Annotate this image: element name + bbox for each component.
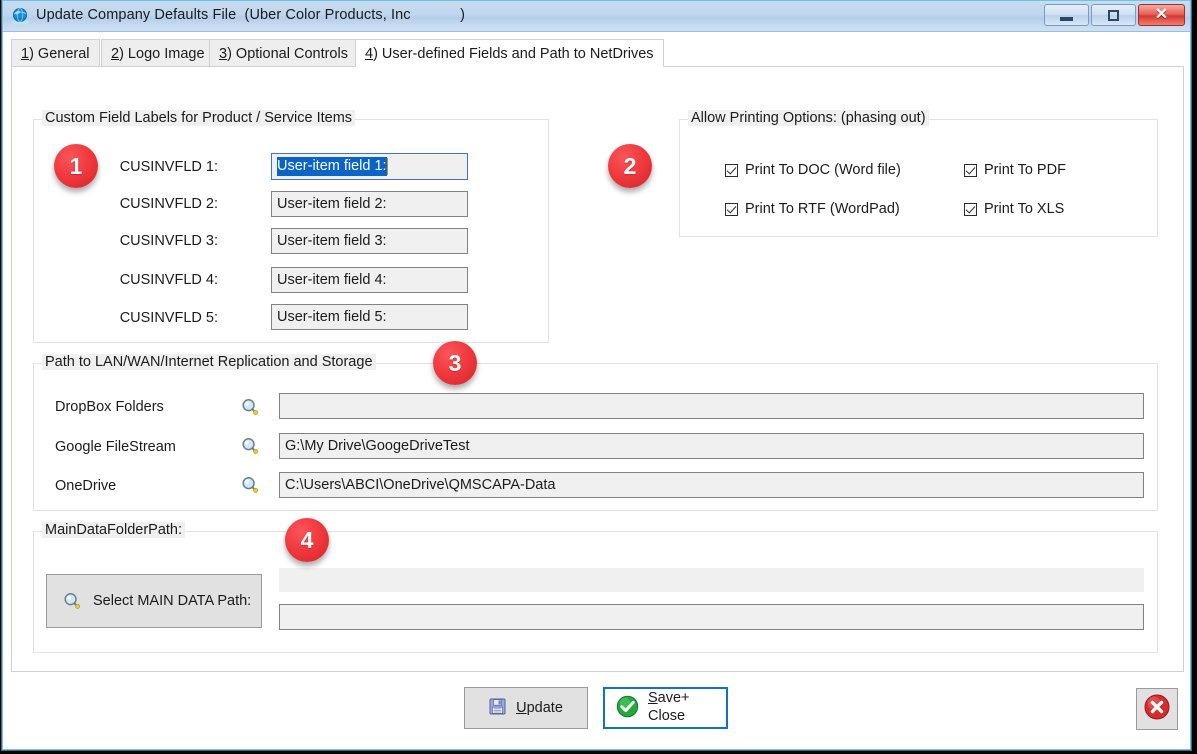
- checkbox-print-to-doc-label: Print To DOC (Word file): [745, 162, 901, 178]
- callout-badge-2: 2: [608, 144, 652, 188]
- tab-logo-image-accel: 2: [111, 46, 119, 62]
- cusinvfld-5-input[interactable]: User-item field 5:: [271, 304, 468, 330]
- checkbox-icon: [725, 203, 738, 216]
- callout-badge-3-number: 3: [449, 350, 462, 377]
- cusinvfld-1-label: CUSINVFLD 1:: [83, 159, 218, 175]
- custom-field-labels-group-title: Custom Field Labels for Product / Servic…: [42, 110, 355, 126]
- red-close-circle-icon: [1143, 693, 1171, 726]
- cusinvfld-2-value: User-item field 2:: [277, 196, 387, 212]
- dropbox-folders-input[interactable]: [279, 393, 1144, 419]
- cusinvfld-4-label: CUSINVFLD 4:: [83, 272, 218, 288]
- google-filestream-label: Google FileStream: [55, 439, 176, 455]
- save-disk-icon: [489, 698, 506, 719]
- tab-user-defined-fields-accel: 4: [365, 46, 373, 62]
- close-icon: ✕: [1155, 7, 1168, 23]
- checkbox-icon: [725, 164, 738, 177]
- green-check-icon: [616, 695, 639, 722]
- minimize-button[interactable]: [1044, 4, 1089, 26]
- checkbox-print-to-doc[interactable]: Print To DOC (Word file): [725, 162, 901, 178]
- save-and-close-accel: S: [648, 690, 658, 706]
- text-caret: [387, 158, 388, 175]
- cusinvfld-5-value: User-item field 5:: [277, 309, 387, 325]
- printing-options-group: Allow Printing Options: (phasing out): [679, 119, 1158, 237]
- globe-icon: [11, 7, 30, 26]
- close-window-button[interactable]: ✕: [1138, 4, 1185, 26]
- replication-paths-group-title: Path to LAN/WAN/Internet Replication and…: [42, 354, 376, 370]
- tab-user-defined-fields-label: ) User-defined Fields and Path to NetDri…: [373, 46, 653, 62]
- cusinvfld-1-input[interactable]: User-item field 1:: [271, 153, 468, 180]
- cusinvfld-3-label: CUSINVFLD 3:: [83, 233, 218, 249]
- cusinvfld-3-input[interactable]: User-item field 3:: [271, 228, 468, 254]
- tab-user-defined-fields[interactable]: 4) User-defined Fields and Path to NetDr…: [355, 39, 664, 67]
- callout-badge-4: 4: [285, 518, 329, 562]
- tab-logo-image-label: ) Logo Image: [119, 46, 204, 62]
- update-button-label-rest: pdate: [527, 700, 563, 716]
- update-button-accel: U: [516, 700, 526, 716]
- application-window: Update Company Defaults File (Uber Color…: [2, 0, 1191, 750]
- checkbox-print-to-rtf-label: Print To RTF (WordPad): [745, 201, 900, 217]
- magnifier-icon[interactable]: [241, 398, 259, 416]
- close-form-button[interactable]: [1136, 688, 1178, 730]
- update-button[interactable]: Update: [464, 687, 588, 729]
- caption-button-group: ✕: [1044, 4, 1185, 26]
- window-title: Update Company Defaults File (Uber Color…: [36, 7, 465, 23]
- save-and-close-line1: Save+: [648, 690, 690, 706]
- checkbox-print-to-xls-label: Print To XLS: [984, 201, 1064, 217]
- select-main-data-path-label: Select MAIN DATA Path:: [93, 593, 251, 609]
- google-filestream-value: G:\My Drive\GoogeDriveTest: [285, 438, 470, 454]
- callout-badge-2-number: 2: [624, 153, 637, 180]
- magnifier-icon: [63, 592, 81, 610]
- main-data-folder-group-title: MainDataFolderPath:: [42, 522, 185, 538]
- cusinvfld-3-value: User-item field 3:: [277, 233, 387, 249]
- cusinvfld-5-label: CUSINVFLD 5:: [83, 310, 218, 326]
- cusinvfld-2-input[interactable]: User-item field 2:: [271, 191, 468, 217]
- checkbox-icon: [964, 164, 977, 177]
- magnifier-icon[interactable]: [241, 437, 259, 455]
- save-and-close-label: Save+ Close: [648, 690, 690, 725]
- callout-badge-4-number: 4: [301, 527, 314, 554]
- printing-options-group-title: Allow Printing Options: (phasing out): [688, 110, 929, 126]
- tab-optional-controls[interactable]: 3) Optional Controls: [209, 39, 358, 67]
- magnifier-icon[interactable]: [241, 476, 259, 494]
- callout-badge-1: 1: [54, 144, 98, 188]
- save-and-close-line1-rest: ave+: [658, 690, 690, 706]
- maximize-icon: [1108, 10, 1119, 21]
- save-and-close-line2: Close: [648, 708, 685, 724]
- tab-optional-controls-label: ) Optional Controls: [227, 46, 348, 62]
- checkbox-print-to-rtf[interactable]: Print To RTF (WordPad): [725, 201, 900, 217]
- select-main-data-path-button[interactable]: Select MAIN DATA Path:: [46, 574, 262, 628]
- cusinvfld-1-value: User-item field 1:: [277, 157, 387, 176]
- callout-badge-1-number: 1: [70, 153, 83, 180]
- maximize-button[interactable]: [1091, 4, 1136, 26]
- title-bar: Update Company Defaults File (Uber Color…: [3, 1, 1190, 32]
- cusinvfld-4-value: User-item field 4:: [277, 272, 387, 288]
- tab-general-label: ) General: [29, 46, 89, 62]
- tab-strip: 1) General 2) Logo Image 3) Optional Con…: [11, 39, 1184, 67]
- onedrive-label: OneDrive: [55, 478, 116, 494]
- onedrive-input[interactable]: C:\Users\ABCI\OneDrive\QMSCAPA-Data: [279, 472, 1144, 498]
- onedrive-value: C:\Users\ABCI\OneDrive\QMSCAPA-Data: [285, 477, 555, 493]
- google-filestream-input[interactable]: G:\My Drive\GoogeDriveTest: [279, 433, 1144, 459]
- tab-logo-image[interactable]: 2) Logo Image: [101, 39, 215, 67]
- checkbox-print-to-xls[interactable]: Print To XLS: [964, 201, 1064, 217]
- tab-optional-controls-accel: 3: [219, 46, 227, 62]
- checkbox-print-to-pdf-label: Print To PDF: [984, 162, 1066, 178]
- update-button-label: Update: [516, 700, 563, 716]
- save-and-close-button[interactable]: Save+ Close: [603, 687, 728, 729]
- dropbox-folders-label: DropBox Folders: [55, 399, 164, 415]
- tab-general-accel: 1: [21, 46, 29, 62]
- checkbox-print-to-pdf[interactable]: Print To PDF: [964, 162, 1066, 178]
- callout-badge-3: 3: [433, 341, 477, 385]
- minimize-icon: [1060, 17, 1073, 21]
- main-data-path-input[interactable]: [279, 604, 1144, 630]
- cusinvfld-2-label: CUSINVFLD 2:: [83, 196, 218, 212]
- cusinvfld-4-input[interactable]: User-item field 4:: [271, 267, 468, 293]
- checkbox-icon: [964, 203, 977, 216]
- main-data-path-display: [279, 568, 1144, 592]
- tab-general[interactable]: 1) General: [11, 39, 100, 67]
